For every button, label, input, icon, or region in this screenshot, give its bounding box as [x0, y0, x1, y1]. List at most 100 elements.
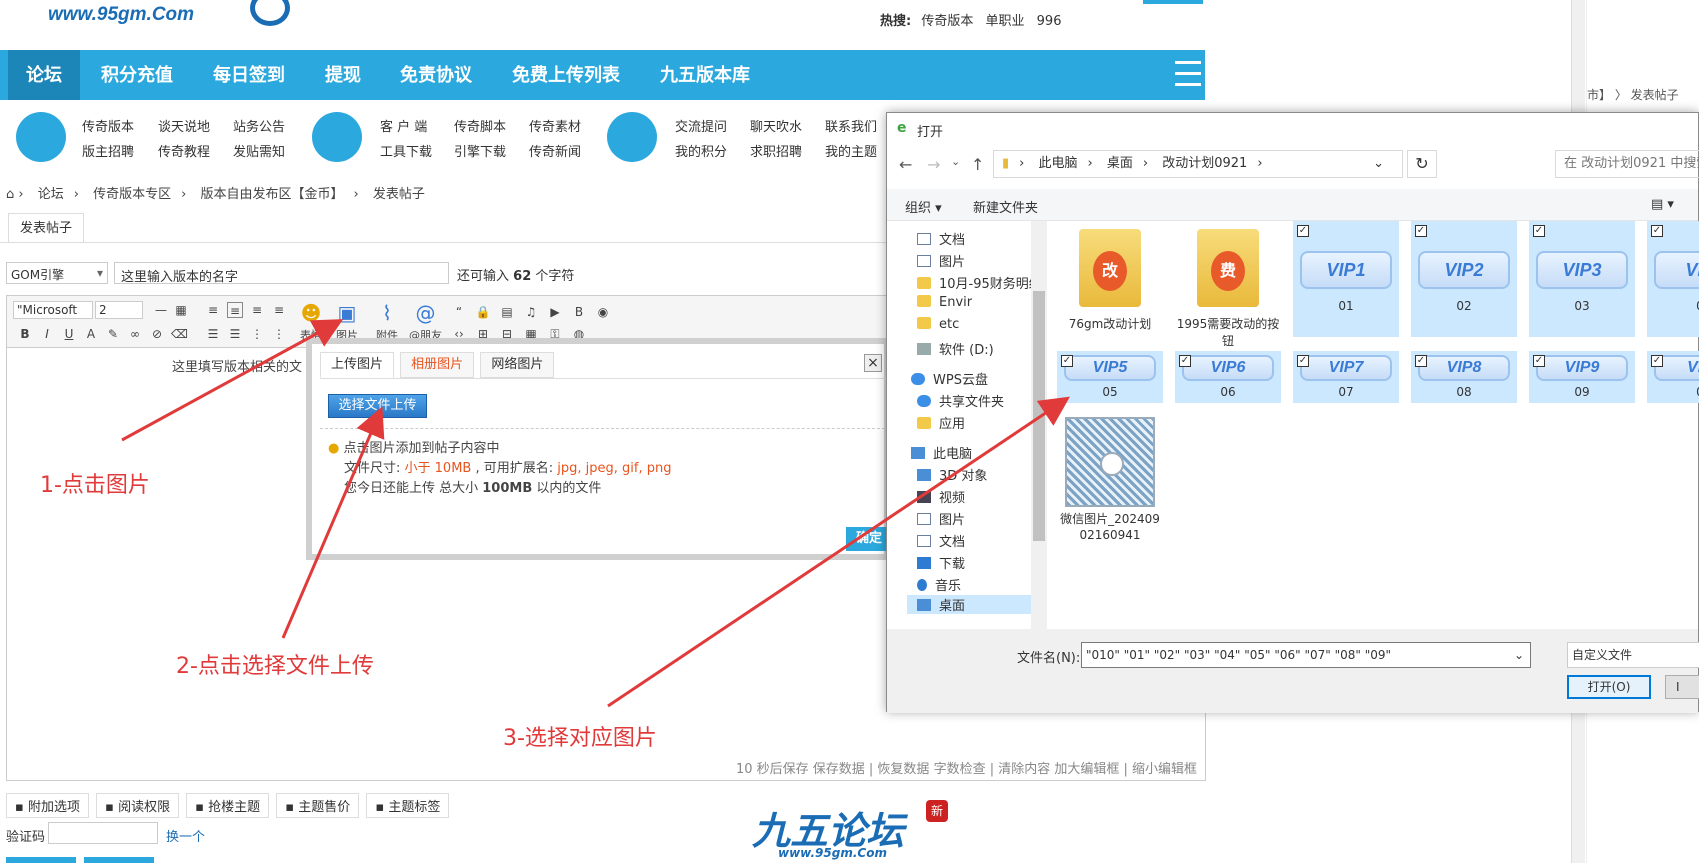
address-bar[interactable]: ▮ › 此电脑 › 桌面 › 改动计划0921 › ⌄: [993, 150, 1403, 178]
nav-item-library[interactable]: 九五版本库: [660, 50, 750, 100]
file-type-select[interactable]: 自定义文件: [1567, 642, 1699, 668]
checkbox-icon[interactable]: ✓: [1297, 225, 1309, 237]
up-icon[interactable]: ↑: [971, 155, 984, 174]
submit-button[interactable]: [6, 857, 76, 863]
indent-icon[interactable]: ☰: [205, 326, 221, 342]
file-item-image[interactable]: ✓ VIP1 01: [1293, 221, 1399, 337]
attachment-button[interactable]: ⌇ 附件: [373, 299, 401, 343]
sidebar-item-music[interactable]: 音乐: [917, 575, 961, 594]
nav-item-disclaimer[interactable]: 免责协议: [400, 50, 472, 100]
option-tags[interactable]: ▪ 主题标签: [366, 793, 450, 818]
file-item-qr-image[interactable]: 微信图片_20240902160941: [1057, 413, 1163, 553]
sidebar-item-folder[interactable]: Envir: [917, 295, 972, 310]
option-floor[interactable]: ▪ 抢楼主题: [186, 793, 270, 818]
breadcrumb-item[interactable]: 传奇版本专区: [93, 187, 171, 202]
qq-icon[interactable]: ◉: [595, 304, 611, 320]
sidebar-item-videos[interactable]: 视频: [917, 487, 965, 506]
checkbox-icon[interactable]: ✓: [1651, 355, 1663, 367]
sidebar-scroll-thumb[interactable]: [1033, 291, 1045, 541]
bullet-list-icon[interactable]: ⋮: [271, 326, 287, 342]
chevron-down-icon[interactable]: ⌄: [1373, 151, 1384, 177]
filename-input[interactable]: "010" "01" "02" "03" "04" "05" "06" "07"…: [1081, 642, 1531, 668]
search-button[interactable]: [1143, 0, 1203, 4]
video-icon[interactable]: ▶: [547, 304, 563, 320]
lock-icon[interactable]: 🔒: [475, 304, 491, 320]
align-left-icon[interactable]: ≡: [205, 302, 221, 318]
quick-link[interactable]: 谈天说地: [158, 116, 210, 135]
align-center-icon[interactable]: ≡: [227, 302, 243, 318]
breadcrumb-item[interactable]: 版本自由发布区【金币】: [200, 187, 343, 202]
chevron-down-icon[interactable]: ⌄: [1514, 643, 1524, 667]
italic-icon[interactable]: I: [39, 326, 55, 342]
hot-keyword[interactable]: 996: [1037, 14, 1062, 29]
file-item-image[interactable]: ✓ VIP2 02: [1411, 221, 1517, 337]
checkbox-icon[interactable]: ✓: [1533, 355, 1545, 367]
checkbox-icon[interactable]: ✓: [1061, 355, 1073, 367]
sidebar-item-folder[interactable]: etc: [917, 317, 959, 332]
tab-post[interactable]: 发表帖子: [8, 213, 84, 243]
font-color-icon[interactable]: A: [83, 326, 99, 342]
checkbox-icon[interactable]: ✓: [1179, 355, 1191, 367]
title-input[interactable]: 这里输入版本的名字: [114, 262, 449, 285]
ordered-list-icon[interactable]: ⋮: [249, 326, 265, 342]
path-segment[interactable]: 桌面: [1107, 156, 1133, 171]
highlight-icon[interactable]: ✎: [105, 326, 121, 342]
tab-upload-image[interactable]: 上传图片: [320, 352, 395, 378]
view-options-icon[interactable]: ▤ ▾: [1651, 197, 1674, 212]
quick-link[interactable]: 求职招聘: [750, 141, 802, 160]
file-item-image[interactable]: ✓ VIP3 03: [1529, 221, 1635, 337]
option-extra[interactable]: ▪ 附加选项: [6, 793, 89, 818]
sidebar-item-folder[interactable]: 10月-95财务明细: [917, 273, 1042, 292]
refresh-icon[interactable]: ↻: [1407, 150, 1437, 178]
quick-link[interactable]: 客 户 端: [380, 116, 427, 135]
checkbox-icon[interactable]: ✓: [1297, 355, 1309, 367]
sidebar-item-this-pc[interactable]: 此电脑: [911, 443, 972, 462]
organize-button[interactable]: 组织 ▾: [905, 197, 942, 216]
quick-link[interactable]: 版主招聘: [82, 141, 134, 160]
hot-keyword[interactable]: 单职业: [986, 14, 1025, 29]
quick-link[interactable]: 聊天吹水: [750, 116, 802, 135]
search-input[interactable]: 在 改动计划0921 中搜索: [1555, 150, 1699, 178]
size-select[interactable]: 2: [95, 301, 143, 319]
sidebar-item-shared[interactable]: 共享文件夹: [917, 391, 1004, 410]
clear-format-icon[interactable]: ⌫: [171, 326, 188, 342]
sidebar-item-docs2[interactable]: 文档: [917, 531, 965, 550]
quick-link[interactable]: 传奇素材: [529, 116, 581, 135]
nav-item-upload-list[interactable]: 免费上传列表: [512, 50, 620, 100]
bold-icon[interactable]: B: [17, 326, 33, 342]
recent-chevron-icon[interactable]: ⌄: [951, 155, 960, 168]
file-item-image[interactable]: ✓VIP0: [1647, 351, 1699, 403]
quick-link[interactable]: 站务公告: [233, 116, 285, 135]
breadcrumb-item[interactable]: 论坛: [38, 187, 64, 202]
hr-icon[interactable]: —: [153, 302, 169, 318]
quick-link[interactable]: 传奇新闻: [529, 141, 581, 160]
unlink-icon[interactable]: ⊘: [149, 326, 165, 342]
tab-album-image[interactable]: 相册图片: [400, 352, 475, 378]
menu-icon[interactable]: [1175, 61, 1205, 89]
sidebar-item-downloads[interactable]: 下载: [917, 553, 965, 572]
table-icon[interactable]: ▦: [173, 302, 189, 318]
quick-link[interactable]: 引擎下载: [454, 141, 506, 160]
tab-web-image[interactable]: 网络图片: [480, 352, 555, 378]
quick-link[interactable]: 传奇教程: [158, 141, 210, 160]
align-justify-icon[interactable]: ≡: [249, 302, 265, 318]
quick-link[interactable]: 工具下载: [380, 141, 432, 160]
checkbox-icon[interactable]: ✓: [1651, 225, 1663, 237]
editor-status[interactable]: 10 秒后保存 保存数据 | 恢复数据 字数检查 | 清除内容 加大编辑框 | …: [736, 758, 1197, 777]
nav-item-withdraw[interactable]: 提现: [325, 50, 361, 100]
engine-select[interactable]: GOM引擎 ▾: [6, 262, 108, 284]
cancel-button[interactable]: I: [1665, 675, 1699, 699]
close-icon[interactable]: ×: [864, 354, 882, 372]
sidebar-item-docs[interactable]: 文档: [917, 229, 965, 248]
sidebar-item-pictures[interactable]: 图片: [917, 251, 965, 270]
file-item-image[interactable]: ✓ VIP9 09: [1529, 351, 1635, 403]
sidebar-item-wps[interactable]: WPS云盘: [911, 369, 988, 388]
hot-keyword[interactable]: 传奇版本: [921, 14, 973, 29]
home-icon[interactable]: ⌂ ›: [6, 187, 24, 202]
quote-icon[interactable]: “: [451, 304, 467, 320]
option-price[interactable]: ▪ 主题售价: [276, 793, 360, 818]
path-segment[interactable]: 此电脑: [1039, 156, 1078, 171]
mention-button[interactable]: @ @朋友: [409, 299, 442, 343]
file-item-image[interactable]: ✓VIP0: [1647, 221, 1699, 337]
quick-link[interactable]: 联系我们: [825, 116, 877, 135]
